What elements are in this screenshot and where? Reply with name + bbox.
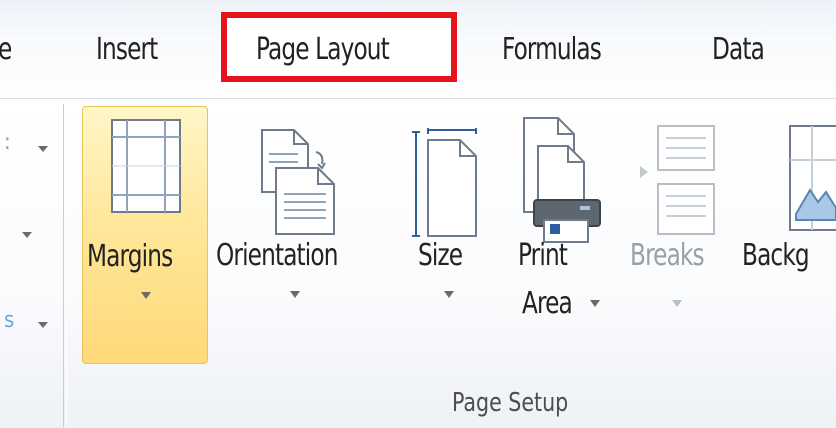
margins-dropdown-icon [141,292,151,299]
background-label: Backg [742,238,810,273]
dropdown-arrow-icon[interactable] [22,232,32,238]
orientation-dropdown-icon [290,291,300,298]
print-area-button[interactable]: Print Area [508,106,608,364]
margins-button[interactable]: Margins [82,106,208,364]
orientation-icon [261,129,335,235]
background-icon [789,125,836,231]
left-group-fragment-1: : [4,130,11,155]
margins-icon [111,119,181,213]
orientation-button[interactable]: Orientation [212,106,382,364]
size-label: Size [418,238,463,273]
background-button[interactable]: Backg [738,106,836,364]
size-dropdown-icon [444,291,454,298]
print-area-label-line1: Print [518,238,568,273]
print-area-label-line2: Area [522,286,573,321]
orientation-label: Orientation [216,238,338,273]
breaks-label: Breaks [630,238,705,273]
breaks-dropdown-icon [672,300,682,307]
group-separator [63,104,64,427]
print-area-icon [523,117,601,243]
group-separator-highlight [66,104,67,427]
tab-formulas[interactable]: Formulas [502,28,602,72]
dropdown-arrow-icon[interactable] [38,146,48,152]
dropdown-arrow-icon[interactable] [38,322,48,328]
tab-data[interactable]: Data [712,28,765,72]
print-area-dropdown-icon [590,300,600,307]
tab-insert[interactable]: Insert [96,28,158,72]
tab-home-partial[interactable]: e [0,28,12,72]
ribbon-tab-strip: e Insert Page Layout Formulas Data [0,0,836,104]
group-label-page-setup: Page Setup [452,388,569,418]
tab-page-layout[interactable]: Page Layout [256,28,390,72]
size-icon [412,128,477,237]
left-group-fragment-3: s [4,308,15,333]
breaks-button[interactable]: Breaks [628,106,732,364]
size-button[interactable]: Size [400,106,480,364]
breaks-icon [640,125,715,235]
margins-label: Margins [87,239,173,274]
